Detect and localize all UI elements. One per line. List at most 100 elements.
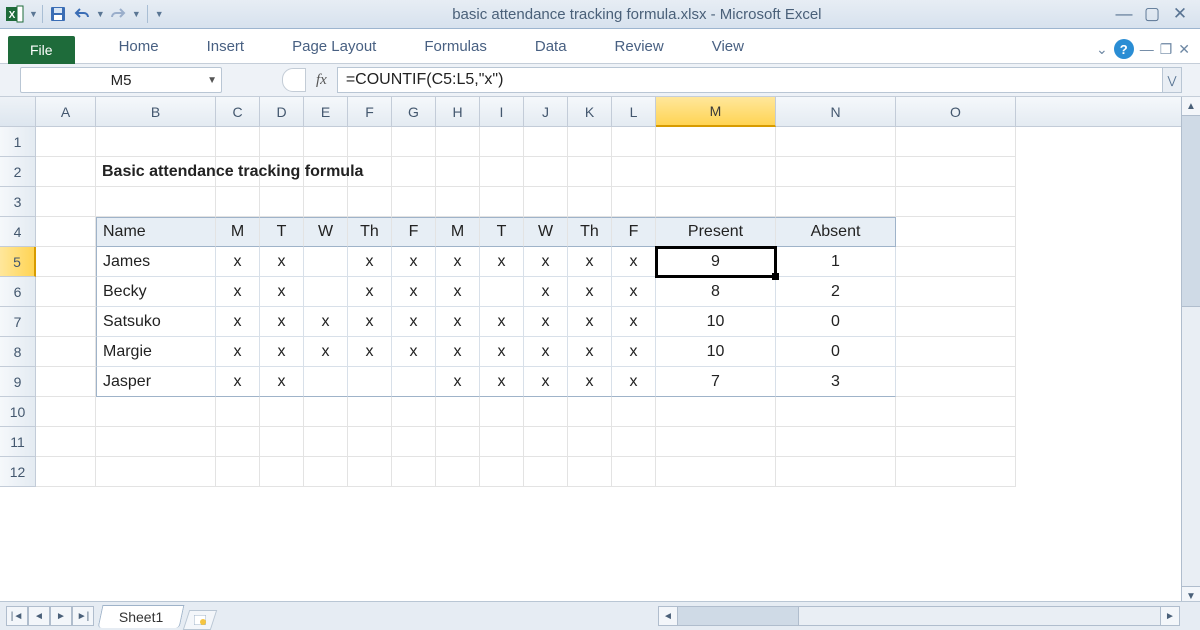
undo-dropdown-icon[interactable]: ▼ bbox=[96, 9, 105, 19]
v-scroll-thumb[interactable] bbox=[1182, 116, 1200, 307]
cell-B5[interactable]: James bbox=[96, 247, 216, 277]
doc-minimize-icon[interactable]: ― bbox=[1140, 41, 1154, 57]
qat-customize-icon[interactable]: ▼ bbox=[155, 9, 164, 19]
cell-D12[interactable] bbox=[260, 457, 304, 487]
cell-O8[interactable] bbox=[896, 337, 1016, 367]
cell-N1[interactable] bbox=[776, 127, 896, 157]
cell-O11[interactable] bbox=[896, 427, 1016, 457]
cell-L11[interactable] bbox=[612, 427, 656, 457]
horizontal-scrollbar[interactable]: ◄ ► bbox=[658, 606, 1180, 626]
cell-J5[interactable]: x bbox=[524, 247, 568, 277]
cell-A6[interactable] bbox=[36, 277, 96, 307]
cell-G6[interactable]: x bbox=[392, 277, 436, 307]
name-box-dropdown-icon[interactable]: ▼ bbox=[207, 75, 217, 86]
cell-I6[interactable] bbox=[480, 277, 524, 307]
tab-data[interactable]: Data bbox=[511, 32, 591, 63]
cell-L6[interactable]: x bbox=[612, 277, 656, 307]
cell-M10[interactable] bbox=[656, 397, 776, 427]
undo-button[interactable] bbox=[71, 4, 93, 24]
cell-O5[interactable] bbox=[896, 247, 1016, 277]
cell-H4[interactable]: M bbox=[436, 217, 480, 247]
cell-G8[interactable]: x bbox=[392, 337, 436, 367]
cell-C5[interactable]: x bbox=[216, 247, 260, 277]
cell-C1[interactable] bbox=[216, 127, 260, 157]
cell-H12[interactable] bbox=[436, 457, 480, 487]
cell-I4[interactable]: T bbox=[480, 217, 524, 247]
cell-I5[interactable]: x bbox=[480, 247, 524, 277]
cell-H1[interactable] bbox=[436, 127, 480, 157]
cell-F10[interactable] bbox=[348, 397, 392, 427]
help-icon[interactable]: ? bbox=[1114, 39, 1134, 59]
cell-N2[interactable] bbox=[776, 157, 896, 187]
cell-B6[interactable]: Becky bbox=[96, 277, 216, 307]
cell-I7[interactable]: x bbox=[480, 307, 524, 337]
cell-I1[interactable] bbox=[480, 127, 524, 157]
cell-L5[interactable]: x bbox=[612, 247, 656, 277]
scroll-left-icon[interactable]: ◄ bbox=[659, 607, 678, 625]
name-box[interactable]: M5 ▼ bbox=[20, 67, 222, 93]
cell-B11[interactable] bbox=[96, 427, 216, 457]
cell-I10[interactable] bbox=[480, 397, 524, 427]
cell-O12[interactable] bbox=[896, 457, 1016, 487]
h-scroll-thumb[interactable] bbox=[678, 607, 799, 625]
row-header-1[interactable]: 1 bbox=[0, 127, 36, 157]
doc-restore-icon[interactable]: ❐ bbox=[1160, 41, 1173, 58]
cell-J8[interactable]: x bbox=[524, 337, 568, 367]
cell-D10[interactable] bbox=[260, 397, 304, 427]
col-header-K[interactable]: K bbox=[568, 97, 612, 127]
next-sheet-icon[interactable]: ► bbox=[50, 606, 72, 626]
cell-B12[interactable] bbox=[96, 457, 216, 487]
cell-A3[interactable] bbox=[36, 187, 96, 217]
cell-E1[interactable] bbox=[304, 127, 348, 157]
cell-K1[interactable] bbox=[568, 127, 612, 157]
cell-F4[interactable]: Th bbox=[348, 217, 392, 247]
cell-D9[interactable]: x bbox=[260, 367, 304, 397]
col-header-C[interactable]: C bbox=[216, 97, 260, 127]
cell-M2[interactable] bbox=[656, 157, 776, 187]
cell-K4[interactable]: Th bbox=[568, 217, 612, 247]
cell-C4[interactable]: M bbox=[216, 217, 260, 247]
cell-C6[interactable]: x bbox=[216, 277, 260, 307]
cell-M7[interactable]: 10 bbox=[656, 307, 776, 337]
cell-F5[interactable]: x bbox=[348, 247, 392, 277]
cell-C3[interactable] bbox=[216, 187, 260, 217]
cell-B4[interactable]: Name bbox=[96, 217, 216, 247]
scroll-right-icon[interactable]: ► bbox=[1160, 607, 1179, 625]
cell-E11[interactable] bbox=[304, 427, 348, 457]
cell-H2[interactable] bbox=[436, 157, 480, 187]
col-header-I[interactable]: I bbox=[480, 97, 524, 127]
cell-A9[interactable] bbox=[36, 367, 96, 397]
prev-sheet-icon[interactable]: ◄ bbox=[28, 606, 50, 626]
last-sheet-icon[interactable]: ►| bbox=[72, 606, 94, 626]
row-header-6[interactable]: 6 bbox=[0, 277, 36, 307]
cell-K12[interactable] bbox=[568, 457, 612, 487]
cell-M9[interactable]: 7 bbox=[656, 367, 776, 397]
cell-H10[interactable] bbox=[436, 397, 480, 427]
cell-K10[interactable] bbox=[568, 397, 612, 427]
cell-C10[interactable] bbox=[216, 397, 260, 427]
cell-E8[interactable]: x bbox=[304, 337, 348, 367]
tab-home[interactable]: Home bbox=[95, 32, 183, 63]
cell-D7[interactable]: x bbox=[260, 307, 304, 337]
cell-D5[interactable]: x bbox=[260, 247, 304, 277]
cell-A8[interactable] bbox=[36, 337, 96, 367]
row-header-8[interactable]: 8 bbox=[0, 337, 36, 367]
save-button[interactable] bbox=[47, 4, 69, 24]
select-all-corner[interactable] bbox=[0, 97, 36, 127]
cell-A12[interactable] bbox=[36, 457, 96, 487]
doc-close-icon[interactable]: ✕ bbox=[1178, 41, 1190, 58]
cell-A4[interactable] bbox=[36, 217, 96, 247]
cell-O1[interactable] bbox=[896, 127, 1016, 157]
cell-H9[interactable]: x bbox=[436, 367, 480, 397]
cell-H7[interactable]: x bbox=[436, 307, 480, 337]
grid[interactable]: ABCDEFGHIJKLMNO12Basic attendance tracki… bbox=[0, 97, 1200, 487]
cell-L7[interactable]: x bbox=[612, 307, 656, 337]
cell-D3[interactable] bbox=[260, 187, 304, 217]
cell-C11[interactable] bbox=[216, 427, 260, 457]
cell-F1[interactable] bbox=[348, 127, 392, 157]
row-header-7[interactable]: 7 bbox=[0, 307, 36, 337]
cell-G10[interactable] bbox=[392, 397, 436, 427]
cell-B7[interactable]: Satsuko bbox=[96, 307, 216, 337]
cell-K3[interactable] bbox=[568, 187, 612, 217]
sheet-tab-sheet1[interactable]: Sheet1 bbox=[98, 605, 185, 628]
